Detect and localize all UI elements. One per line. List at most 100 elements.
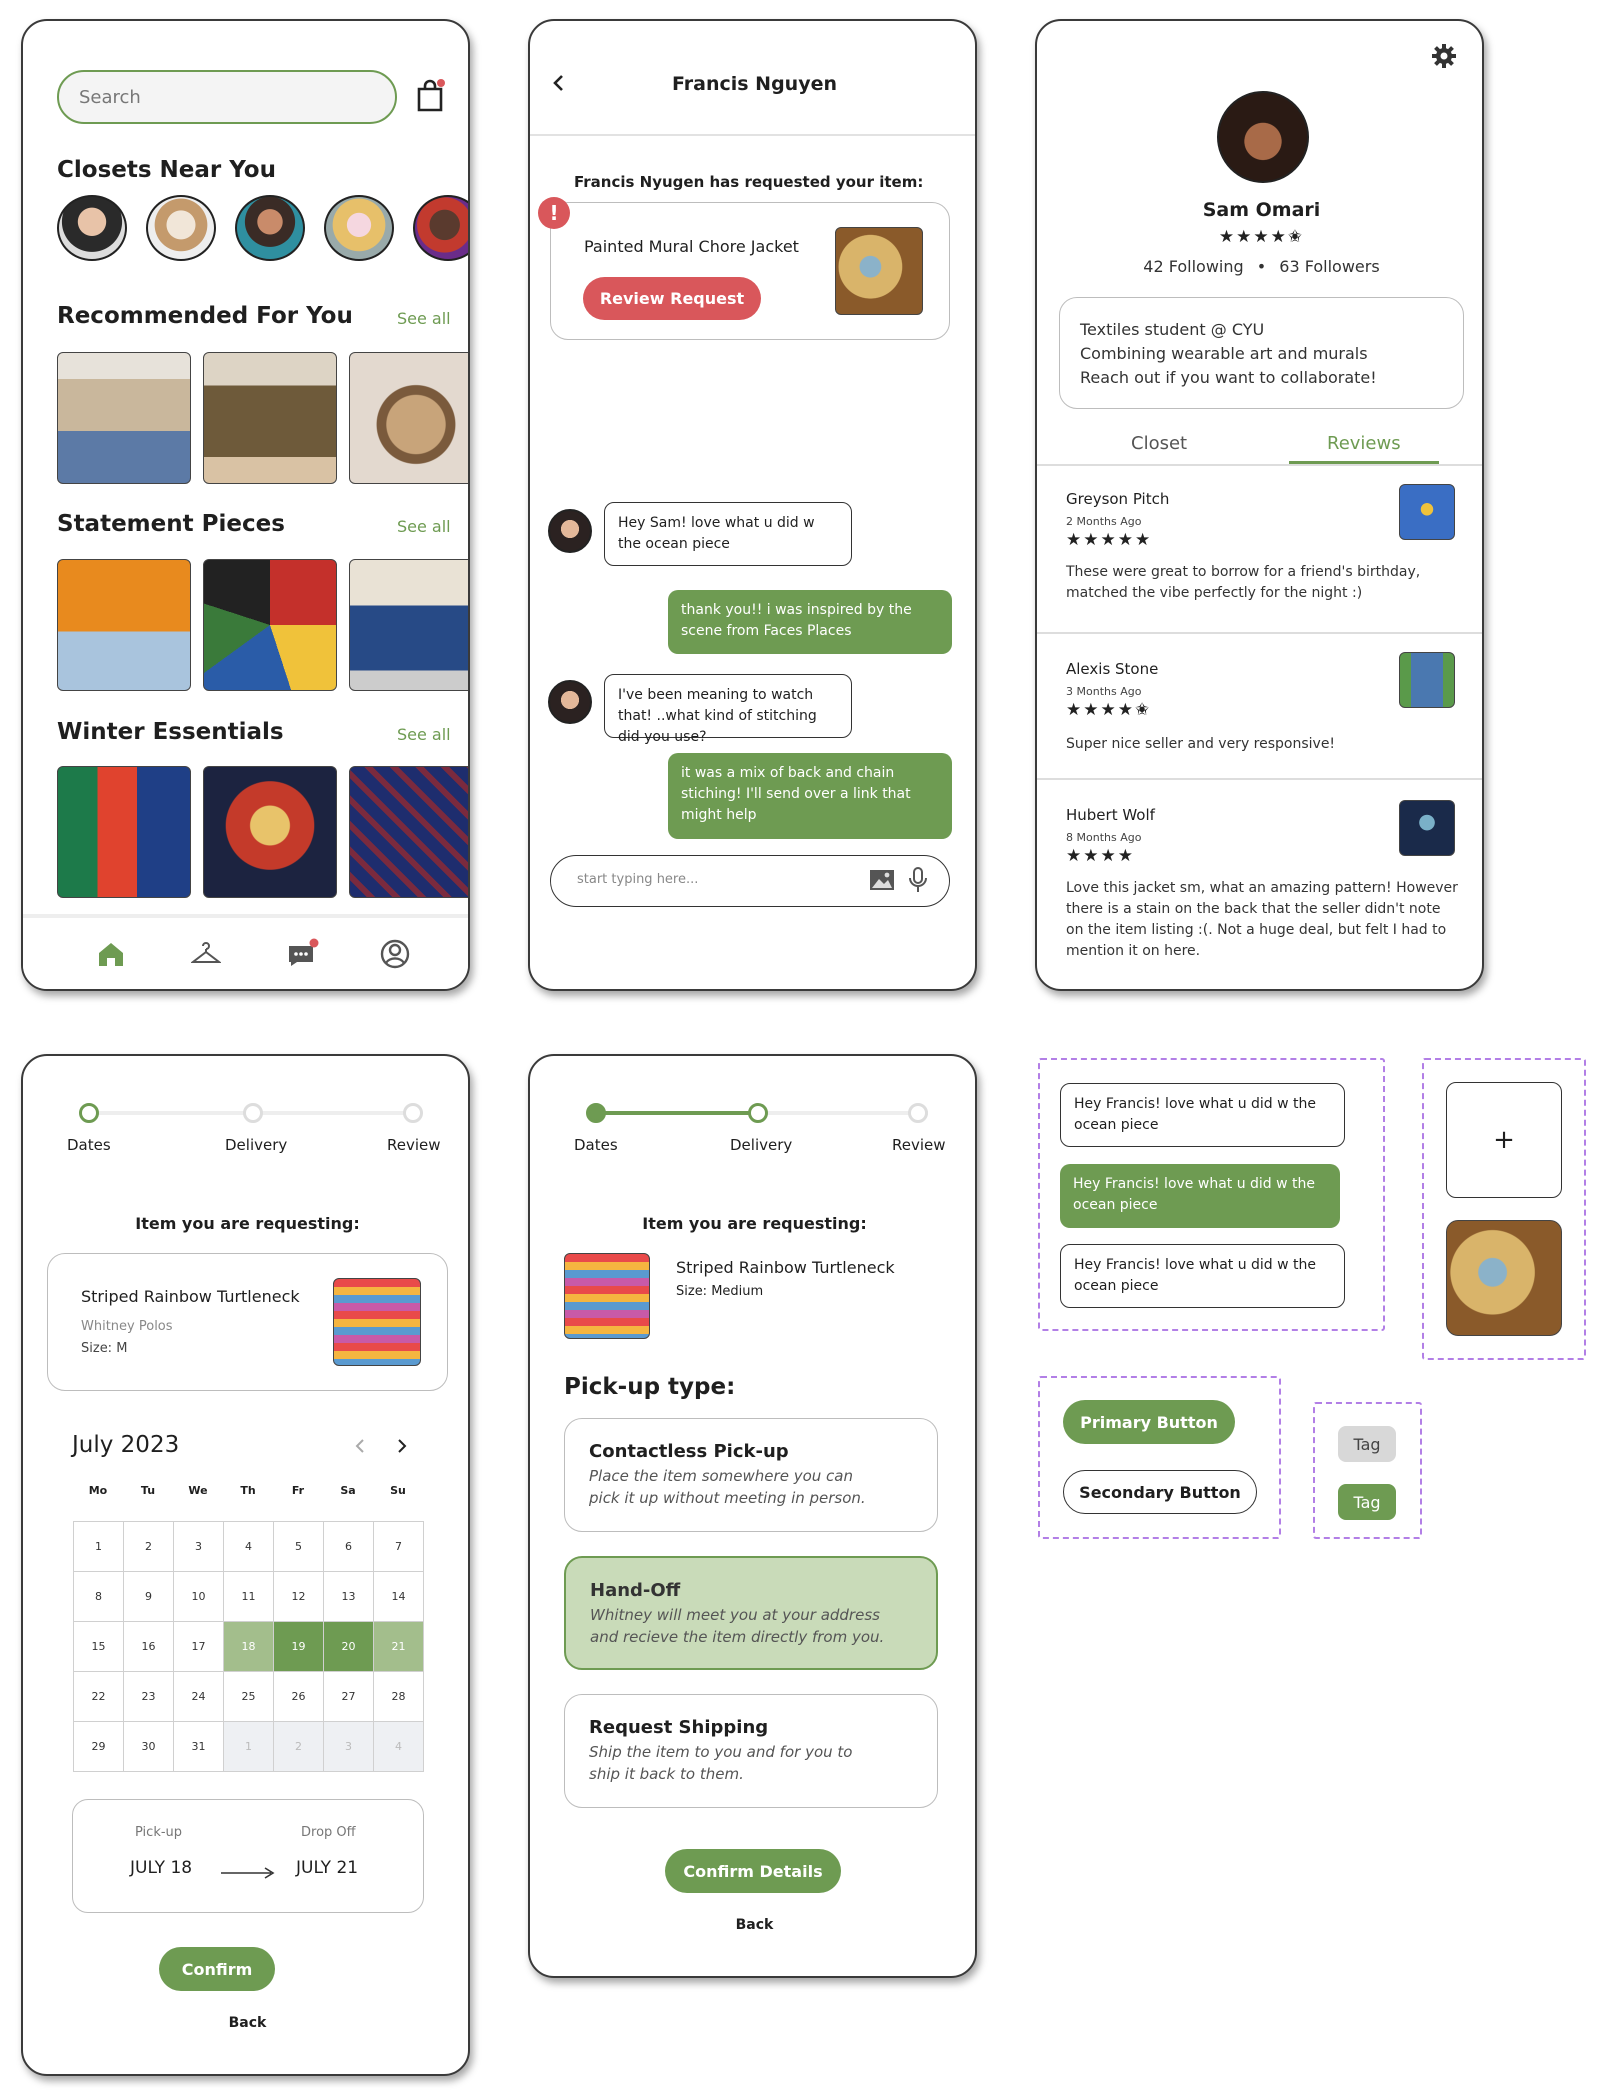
calendar-day[interactable]: 7 [373, 1521, 424, 1572]
confirm-button[interactable]: Confirm [159, 1947, 275, 1991]
review-item: Hubert Wolf 8 Months Ago ★★★★ Love this … [1037, 782, 1482, 989]
calendar-day[interactable]: 23 [123, 1671, 174, 1722]
review-item-image[interactable] [1399, 484, 1455, 540]
calendar-day[interactable]: 28 [373, 1671, 424, 1722]
closet-avatar[interactable] [146, 195, 216, 261]
closet-avatar[interactable] [324, 195, 394, 261]
calendar-day[interactable]: 5 [273, 1521, 324, 1572]
calendar-day[interactable]: 27 [323, 1671, 374, 1722]
calendar-day[interactable]: 22 [73, 1671, 124, 1722]
product-thumbnail[interactable] [57, 352, 191, 484]
tab-reviews[interactable]: Reviews [1327, 433, 1401, 454]
calendar-day-selected-start[interactable]: 18 [223, 1621, 274, 1672]
chat-icon[interactable] [287, 938, 319, 972]
calendar-day[interactable]: 9 [123, 1571, 174, 1622]
pickup-option-shipping[interactable]: Request Shipping Ship the item to you an… [564, 1694, 938, 1808]
item-image[interactable] [564, 1253, 650, 1339]
calendar-day[interactable]: 31 [173, 1721, 224, 1772]
tag-default[interactable]: Tag [1338, 1426, 1396, 1462]
add-image-button[interactable]: + [1446, 1082, 1562, 1198]
search-input[interactable]: Search [57, 70, 397, 124]
reviewer-name[interactable]: Greyson Pitch [1066, 490, 1169, 508]
home-icon[interactable] [97, 941, 125, 971]
item-size: Size: Medium [676, 1284, 764, 1299]
calendar-day[interactable]: 8 [73, 1571, 124, 1622]
weekday-label: Mo [88, 1484, 108, 1497]
back-link[interactable]: Back [23, 2015, 468, 2031]
calendar-day[interactable]: 11 [223, 1571, 274, 1622]
image-icon[interactable] [869, 868, 895, 896]
reviewer-name[interactable]: Alexis Stone [1066, 660, 1158, 678]
home-screen: Search Closets Near You Recommended For … [21, 19, 470, 991]
calendar-day[interactable]: 10 [173, 1571, 224, 1622]
product-thumbnail[interactable] [203, 352, 337, 484]
request-item-image[interactable] [835, 227, 923, 315]
following-count[interactable]: 42 Following [1143, 257, 1243, 276]
hanger-icon[interactable] [190, 942, 222, 970]
step-label: Dates [574, 1136, 618, 1154]
closet-avatar[interactable] [57, 195, 127, 261]
product-thumbnail[interactable] [349, 766, 468, 898]
review-stars: ★★★★✬ [1066, 700, 1152, 720]
primary-button[interactable]: Primary Button [1063, 1400, 1235, 1444]
pickup-option-contactless[interactable]: Contactless Pick-up Place the item somew… [564, 1418, 938, 1532]
calendar-day[interactable]: 30 [123, 1721, 174, 1772]
message-input[interactable]: start typing here... [550, 855, 950, 907]
product-thumbnail[interactable] [349, 559, 468, 691]
profile-icon[interactable] [379, 938, 411, 974]
review-item-image[interactable] [1399, 800, 1455, 856]
followers-count[interactable]: 63 Followers [1279, 257, 1379, 276]
calendar-day-selected[interactable]: 20 [323, 1621, 374, 1672]
tag-selected[interactable]: Tag [1338, 1484, 1396, 1520]
step-dot-dates [79, 1103, 99, 1123]
microphone-icon[interactable] [907, 866, 929, 898]
product-thumbnail[interactable] [203, 559, 337, 691]
reviewer-name[interactable]: Hubert Wolf [1066, 806, 1155, 824]
closet-avatar[interactable] [235, 195, 305, 261]
tab-closet[interactable]: Closet [1131, 433, 1187, 454]
item-image[interactable] [333, 1278, 421, 1366]
see-all-link[interactable]: See all [397, 309, 451, 328]
calendar-day[interactable]: 6 [323, 1521, 374, 1572]
prev-month-icon[interactable] [355, 1438, 365, 1458]
product-thumbnail[interactable] [349, 352, 468, 484]
calendar-day-selected-end[interactable]: 21 [373, 1621, 424, 1672]
calendar-day[interactable]: 13 [323, 1571, 374, 1622]
requested-item-card: Striped Rainbow Turtleneck Whitney Polos… [47, 1253, 448, 1391]
secondary-button[interactable]: Secondary Button [1063, 1470, 1257, 1514]
review-item-image[interactable] [1399, 652, 1455, 708]
product-thumbnail[interactable] [57, 766, 191, 898]
calendar-day[interactable]: 24 [173, 1671, 224, 1722]
calendar-day[interactable]: 17 [173, 1621, 224, 1672]
product-thumbnail[interactable] [57, 559, 191, 691]
upload-components-frame: + [1422, 1058, 1586, 1360]
calendar-day[interactable]: 3 [173, 1521, 224, 1572]
back-link[interactable]: Back [530, 1917, 975, 1933]
uploaded-image[interactable] [1446, 1220, 1562, 1336]
calendar-day[interactable]: 29 [73, 1721, 124, 1772]
closet-avatar[interactable] [413, 195, 468, 261]
calendar-day[interactable]: 16 [123, 1621, 174, 1672]
product-thumbnail[interactable] [203, 766, 337, 898]
calendar-day[interactable]: 25 [223, 1671, 274, 1722]
review-request-button[interactable]: Review Request [583, 277, 761, 320]
see-all-link[interactable]: See all [397, 725, 451, 744]
calendar-day[interactable]: 1 [73, 1521, 124, 1572]
bag-icon[interactable] [415, 79, 445, 113]
calendar-day[interactable]: 12 [273, 1571, 324, 1622]
confirm-details-button[interactable]: Confirm Details [665, 1849, 841, 1893]
see-all-link[interactable]: See all [397, 517, 451, 536]
calendar-day[interactable]: 2 [123, 1521, 174, 1572]
calendar-day[interactable]: 14 [373, 1571, 424, 1622]
pickup-date: JULY 18 [130, 1858, 193, 1878]
calendar-day-outside: 2 [273, 1721, 324, 1772]
calendar-day[interactable]: 26 [273, 1671, 324, 1722]
pickup-option-handoff-selected[interactable]: Hand-Off Whitney will meet you at your a… [564, 1556, 938, 1670]
calendar-day[interactable]: 15 [73, 1621, 124, 1672]
item-seller[interactable]: Whitney Polos [81, 1319, 173, 1334]
calendar-day-selected[interactable]: 19 [273, 1621, 324, 1672]
gear-icon[interactable] [1431, 43, 1457, 73]
calendar-day[interactable]: 4 [223, 1521, 274, 1572]
message-bubble-sent: it was a mix of back and chain stiching!… [668, 753, 952, 839]
next-month-icon[interactable] [397, 1438, 407, 1458]
